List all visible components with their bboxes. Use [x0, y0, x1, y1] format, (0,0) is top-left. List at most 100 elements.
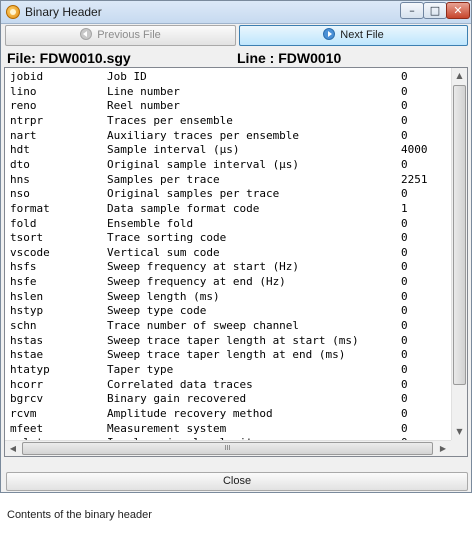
maximize-button[interactable]: □	[423, 2, 447, 19]
row-description: Binary gain recovered	[107, 392, 247, 406]
row-value: 0	[401, 99, 408, 113]
row-key: lino	[10, 84, 37, 98]
figure-caption: Contents of the binary header	[7, 509, 152, 521]
row-description: Data sample format code	[107, 201, 260, 215]
scroll-left-icon[interactable]: ◀	[5, 441, 21, 456]
row-description: Original sample interval (µs)	[107, 157, 300, 171]
row-key: hsfs	[10, 260, 37, 274]
row-description: Trace sorting code	[107, 231, 227, 245]
table-row: rcvm Amplitude recovery method 0	[5, 406, 453, 421]
table-row: hsfe Sweep frequency at end (Hz) 0	[5, 274, 453, 289]
row-key: nso	[10, 187, 30, 201]
table-row: reno Reel number 0	[5, 98, 453, 113]
row-value: 0	[401, 84, 408, 98]
row-description: Auxiliary traces per ensemble	[107, 128, 300, 142]
row-description: Trace number of sweep channel	[107, 319, 300, 333]
previous-file-button[interactable]: Previous File	[5, 25, 236, 46]
line-name-label: Line : FDW0010	[237, 50, 342, 66]
row-description: Job ID	[107, 70, 147, 83]
table-row: dto Original sample interval (µs) 0	[5, 157, 453, 172]
next-file-button[interactable]: Next File	[239, 25, 468, 46]
row-key: nart	[10, 128, 37, 142]
row-value: 0	[401, 128, 408, 142]
table-row: tsort Trace sorting code 0	[5, 230, 453, 245]
previous-arrow-icon	[80, 28, 93, 40]
binary-header-window: Binary Header – □ ✕ Previous File Next F…	[0, 0, 472, 493]
row-description: Vertical sum code	[107, 245, 220, 259]
row-description: Original samples per trace	[107, 187, 280, 201]
row-value: 0	[401, 231, 408, 245]
row-description: Traces per ensemble	[107, 113, 233, 127]
row-description: Sweep length (ms)	[107, 289, 220, 303]
table-row: lino Line number 0	[5, 84, 453, 99]
row-value: 0	[401, 348, 408, 362]
table-row: vscode Vertical sum code 0	[5, 245, 453, 260]
row-key: vscode	[10, 245, 50, 259]
row-key: rcvm	[10, 406, 37, 420]
row-key: reno	[10, 99, 37, 113]
row-key: format	[10, 201, 50, 215]
row-value: 0	[401, 304, 408, 318]
horizontal-scroll-thumb[interactable]: III	[22, 442, 433, 455]
row-description: Sweep trace taper length at start (ms)	[107, 333, 359, 347]
row-value: 1	[401, 201, 408, 215]
vertical-scroll-thumb[interactable]	[453, 85, 466, 385]
scroll-right-icon[interactable]: ▶	[435, 441, 451, 456]
row-value: 0	[401, 275, 408, 289]
row-description: Amplitude recovery method	[107, 406, 273, 420]
row-description: Measurement system	[107, 421, 227, 435]
row-key: ntrpr	[10, 113, 44, 127]
row-value: 4000	[401, 143, 428, 157]
row-key: hdt	[10, 143, 30, 157]
table-row: hslen Sweep length (ms) 0	[5, 289, 453, 304]
scroll-corner	[451, 440, 467, 456]
row-value: 0	[401, 289, 408, 303]
next-arrow-icon	[323, 28, 336, 40]
table-row: nso Original samples per trace 0	[5, 186, 453, 201]
row-value: 0	[401, 333, 408, 347]
vertical-scrollbar[interactable]: ▲ ▼	[451, 68, 467, 440]
row-key: tsort	[10, 231, 44, 245]
table-row: hstas Sweep trace taper length at start (…	[5, 333, 453, 348]
title-bar[interactable]: Binary Header – □ ✕	[1, 1, 471, 24]
row-key: jobid	[10, 70, 44, 83]
minimize-button[interactable]: –	[400, 2, 424, 19]
row-value: 0	[401, 216, 408, 230]
binary-header-list[interactable]: jobid Job ID 0 lino Line number 0 reno Reel num…	[4, 67, 468, 457]
row-key: mfeet	[10, 421, 44, 435]
row-value: 0	[401, 377, 408, 391]
row-description: Reel number	[107, 99, 180, 113]
table-row: ntrpr Traces per ensemble 0	[5, 113, 453, 128]
horizontal-scrollbar[interactable]: ◀ III ▶	[5, 440, 451, 456]
row-description: Ensemble fold	[107, 216, 194, 230]
row-value: 0	[401, 406, 408, 420]
table-row: hstae Sweep trace taper length at end (ms…	[5, 347, 453, 362]
table-row: bgrcv Binary gain recovered 0	[5, 391, 453, 406]
scroll-down-icon[interactable]: ▼	[452, 424, 467, 440]
row-value: 0	[401, 319, 408, 333]
row-key: hslen	[10, 289, 44, 303]
table-row: hdt Sample interval (µs) 4000	[5, 142, 453, 157]
row-value: 0	[401, 157, 408, 171]
row-description: Sample interval (µs)	[107, 143, 240, 157]
row-description: Line number	[107, 84, 180, 98]
close-button[interactable]: Close	[6, 472, 468, 491]
table-row: jobid Job ID 0	[5, 69, 453, 84]
file-info: File: FDW0010.sgy Line : FDW0010	[7, 50, 467, 66]
row-key: hstas	[10, 333, 44, 347]
table-row: nart Auxiliary traces per ensemble 0	[5, 128, 453, 143]
table-row: hns Samples per trace 2251	[5, 172, 453, 187]
table-row: mfeet Measurement system 0	[5, 421, 453, 436]
next-file-label: Next File	[340, 29, 384, 41]
row-value: 0	[401, 363, 408, 376]
close-window-button[interactable]: ✕	[446, 2, 470, 19]
row-value: 0	[401, 113, 408, 127]
row-description: Taper type	[107, 363, 174, 376]
scroll-up-icon[interactable]: ▲	[452, 68, 467, 84]
table-row: format Data sample format code 1	[5, 201, 453, 216]
row-key: htatyp	[10, 363, 50, 376]
row-key: hstae	[10, 348, 44, 362]
row-value: 0	[401, 421, 408, 435]
file-name-label: File: FDW0010.sgy	[7, 50, 131, 66]
row-value: 0	[401, 392, 408, 406]
